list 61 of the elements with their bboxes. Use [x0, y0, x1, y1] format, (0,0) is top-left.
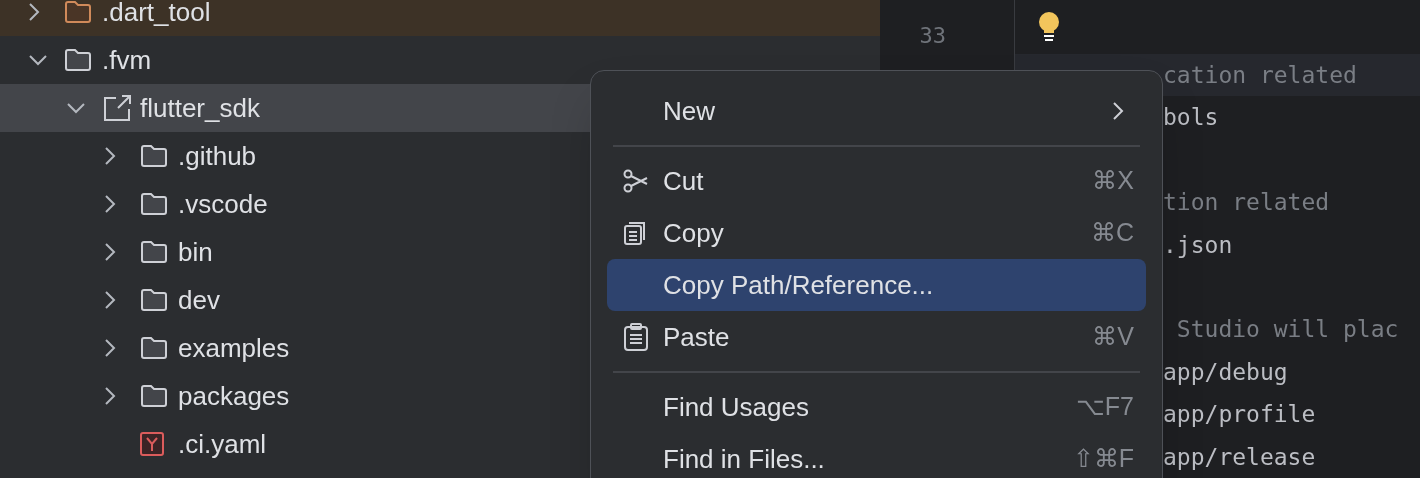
linked-folder-icon: [102, 94, 132, 122]
menu-item[interactable]: Paste ⌘V: [607, 311, 1146, 363]
menu-item-label: Find in Files...: [663, 442, 826, 476]
file-name: flutter_sdk: [140, 91, 260, 125]
menu-item-label: Cut: [663, 164, 705, 198]
file-name: packages: [178, 379, 290, 413]
code-line: app/debug: [1163, 357, 1288, 387]
chevron-right-icon[interactable]: [104, 146, 116, 166]
file-name: .github: [178, 139, 257, 173]
menu-item-label: Find Usages: [663, 390, 810, 424]
chevron-right-icon[interactable]: [104, 338, 116, 358]
file-name: examples: [178, 331, 290, 365]
code-line: app/release: [1163, 442, 1316, 472]
folder-icon: [140, 144, 168, 168]
code-comment: Studio will plac: [1175, 315, 1399, 345]
folder-icon: [140, 240, 168, 264]
code-line: bols: [1163, 103, 1219, 133]
menu-item[interactable]: Find Usages ⌥F7: [607, 381, 1146, 433]
shortcut-label: ⌘X: [1092, 165, 1134, 197]
file-name: .fvm: [102, 43, 152, 77]
code-comment: tion related: [1163, 188, 1330, 218]
menu-item-label: Paste: [663, 320, 731, 354]
folder-icon: [140, 192, 168, 216]
clipboard-icon: [623, 323, 649, 351]
code-line: app/profile: [1163, 400, 1316, 430]
chevron-right-icon[interactable]: [28, 2, 40, 22]
file-name: .dart_tool: [102, 0, 211, 29]
chevron-right-icon[interactable]: [104, 194, 116, 214]
folder-icon: [140, 336, 168, 360]
shortcut-label: ⌘C: [1090, 217, 1134, 249]
menu-item[interactable]: Cut ⌘X: [607, 155, 1146, 207]
file-name: dev: [178, 283, 220, 317]
menu-item-label: New: [663, 94, 716, 128]
chevron-right-icon[interactable]: [104, 386, 116, 406]
chevron-right-icon[interactable]: [104, 242, 116, 262]
code-line: .json: [1163, 230, 1233, 260]
yaml-file-icon: [140, 432, 164, 456]
shortcut-label: ⌥F7: [1075, 391, 1134, 423]
menu-item[interactable]: Copy ⌘C: [607, 207, 1146, 259]
chevron-right-icon[interactable]: [104, 290, 116, 310]
menu-item[interactable]: Copy Path/Reference...: [607, 259, 1146, 311]
tree-row[interactable]: .fvm: [0, 36, 880, 84]
menu-item-label: Copy: [663, 216, 725, 250]
file-name: .vscode: [178, 187, 268, 221]
folder-icon: [140, 384, 168, 408]
folder-icon: [140, 288, 168, 312]
folder-icon: [64, 48, 92, 72]
chevron-down-icon[interactable]: [28, 54, 48, 66]
tree-row[interactable]: .dart_tool: [0, 0, 880, 36]
file-name: .ci.yaml: [178, 427, 267, 461]
chevron-down-icon[interactable]: [66, 102, 86, 114]
menu-item-label: Copy Path/Reference...: [663, 268, 935, 302]
menu-item[interactable]: Find in Files... ⇧⌘F: [607, 433, 1146, 478]
code-comment: cation related: [1163, 60, 1357, 90]
lightbulb-icon[interactable]: [1037, 11, 1061, 43]
scissors-icon: [623, 168, 649, 194]
shortcut-label: ⌘V: [1092, 321, 1134, 353]
shortcut-label: ⇧⌘F: [1072, 443, 1134, 475]
file-name: bin: [178, 235, 213, 269]
line-number: 33: [919, 22, 946, 50]
folder-icon: [64, 0, 92, 24]
